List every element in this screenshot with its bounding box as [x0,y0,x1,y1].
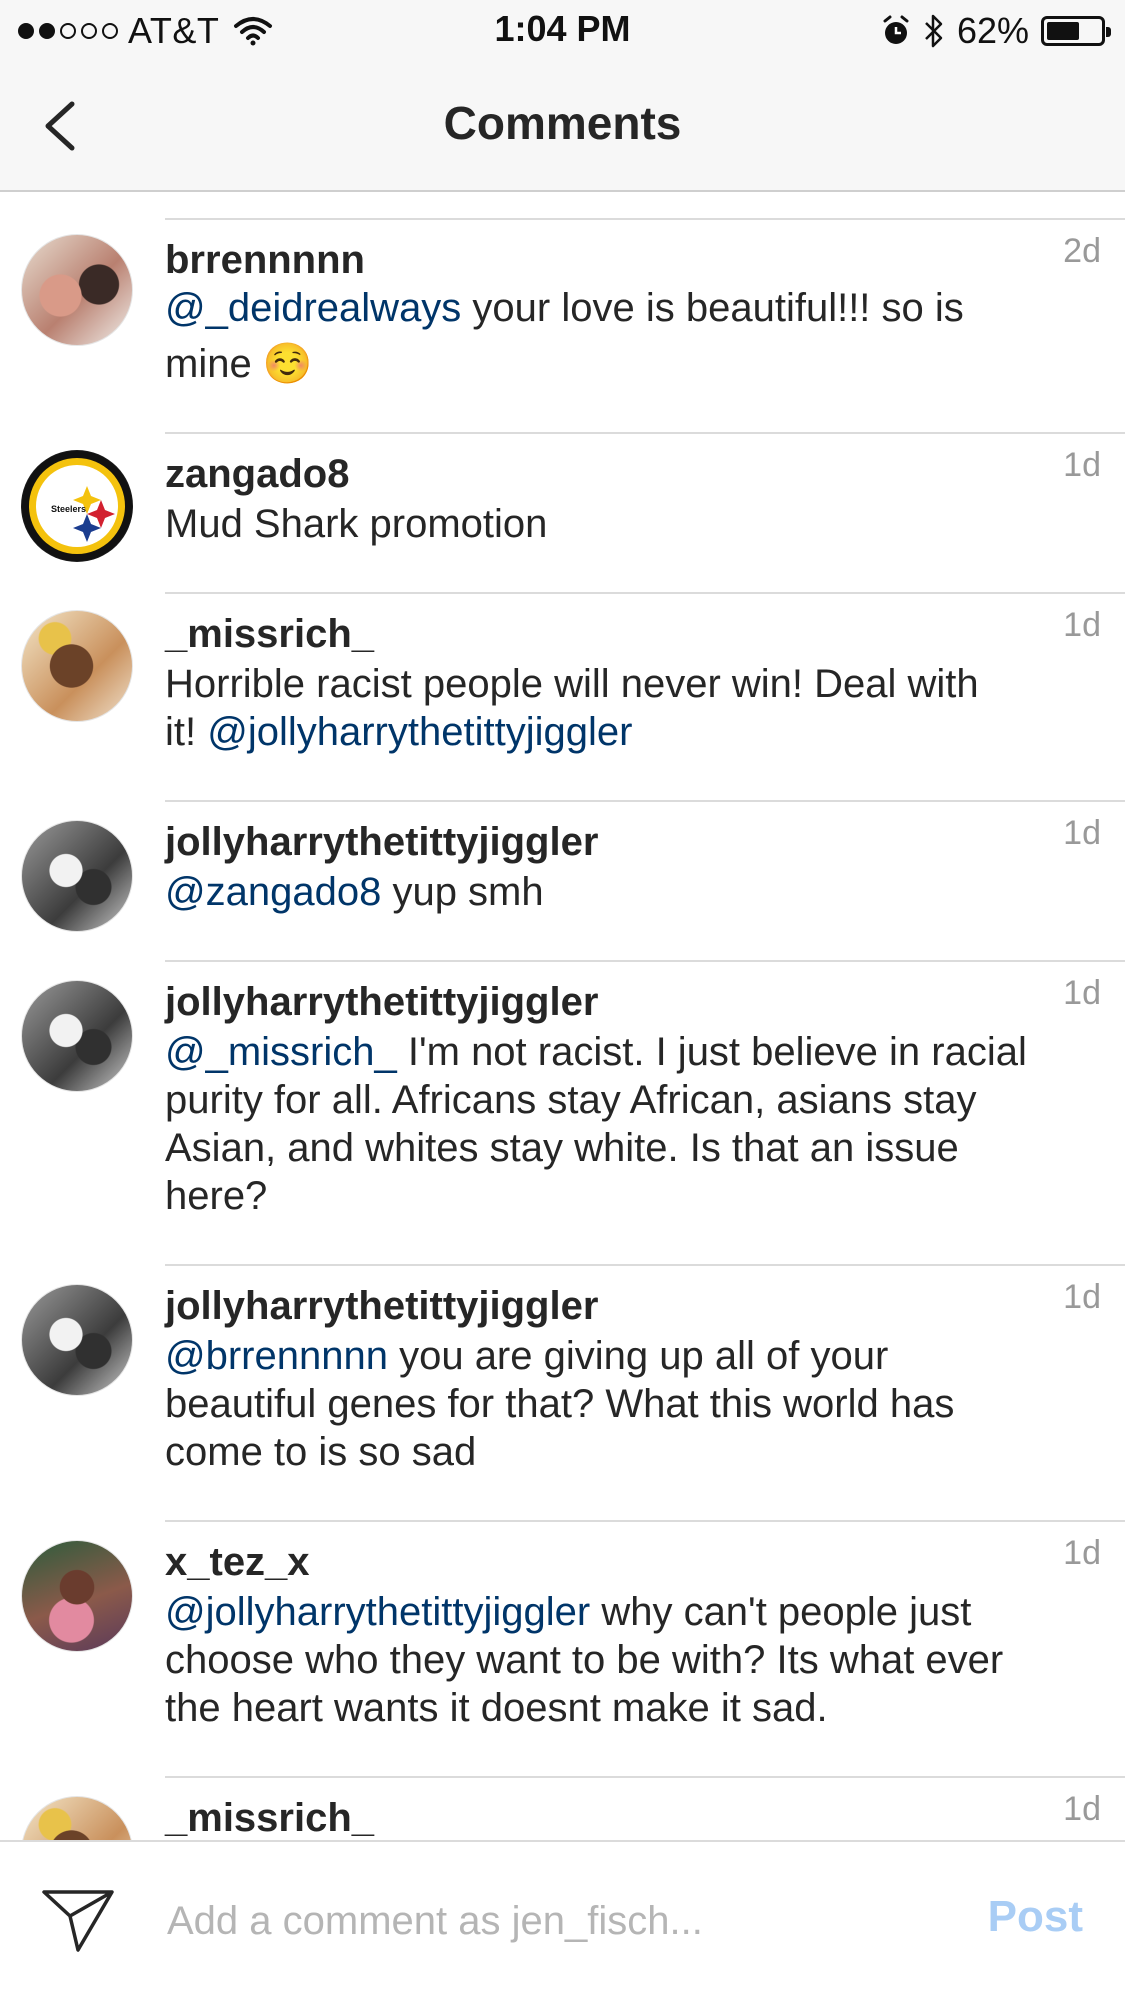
comment-text: @zangado8 yup smh [165,868,1085,916]
avatar[interactable] [21,980,133,1092]
comment-timestamp: 1d [1063,974,1101,1012]
alarm-icon [883,15,909,44]
comment-text-segment: you are giving up all of your [387,1334,889,1378]
comment-timestamp: 1d [1063,446,1101,484]
page-title: Comments [443,97,682,149]
mention-link[interactable]: @zangado8 [165,870,381,914]
comment-text-segment: the heart wants it doesnt make it sad. [165,1686,828,1730]
battery-icon [1041,16,1111,46]
avatar[interactable] [21,234,133,346]
mention-link[interactable]: @_missrich_ [165,1030,397,1074]
comment-text-segment: mine ☺️ [165,342,313,386]
comment-text: @brrennnnn you are giving up all of your… [165,1332,1085,1476]
comment-timestamp: 1d [1063,1534,1101,1572]
comment-item: _missrich_ 1d [0,1776,1125,1840]
comment-username[interactable]: jollyharrythetittyjiggler [165,980,598,1025]
comment-text: @_missrich_ I'm not racist. I just belie… [165,1028,1085,1220]
comment-text-segment: here? [165,1174,268,1218]
comment-text-segment: it! [165,710,208,754]
avatar[interactable] [21,820,133,932]
comment-item: jollyharrythetittyjiggler 1d @zangado8 y… [0,800,1125,960]
status-bar: AT&T 1:04 PM 62% [0,0,1125,62]
comment-text-segment: why can't people just [590,1590,972,1634]
comment-timestamp: 2d [1063,232,1101,270]
comment-text: @jollyharrythetittyjiggler why can't peo… [165,1588,1085,1732]
comment-text: Mud Shark promotion [165,502,548,546]
comment-timestamp: 1d [1063,814,1101,852]
comment-text-segment: your love is beautiful!!! so is [461,286,964,330]
comment-text: Horrible racist people will never win! D… [165,660,1085,756]
comment-item: brrennnnn 2d @_deidrealways your love is… [0,218,1125,432]
comment-username[interactable]: _missrich_ [165,612,374,657]
comment-timestamp: 1d [1063,1790,1101,1828]
steelers-logo-icon: Steelers [22,451,132,561]
comment-text-segment: yup smh [381,870,544,914]
mention-link[interactable]: @jollyharrythetittyjiggler [165,1590,590,1634]
comment-input[interactable] [165,1880,949,1962]
comment-list[interactable]: brrennnnn 2d @_deidrealways your love is… [0,192,1125,1840]
comment-text-segment: I'm not racist. I just believe in racial [396,1030,1027,1074]
comment-timestamp: 1d [1063,606,1101,644]
comment-input-bar: Post [0,1840,1125,2001]
mention-link[interactable]: @brrennnnn [165,1334,388,1378]
comment-timestamp: 1d [1063,1278,1101,1316]
comment-username[interactable]: brrennnnn [165,238,365,283]
comment-username[interactable]: _missrich_ [165,1796,374,1840]
comment-item: jollyharrythetittyjiggler 1d @brrennnnn … [0,1264,1125,1520]
avatar[interactable] [21,1796,133,1840]
comment-text-segment: Asian, and whites stay white. Is that an… [165,1126,959,1170]
paper-plane-icon[interactable] [40,1886,116,1954]
comment-item: jollyharrythetittyjiggler 1d @_missrich_… [0,960,1125,1264]
comment-username[interactable]: zangado8 [165,452,349,497]
avatar[interactable]: Steelers [21,450,133,562]
comment-item: _missrich_ 1d Horrible racist people wil… [0,592,1125,800]
bluetooth-icon [925,14,943,48]
status-right: 62% [881,10,1111,52]
post-button[interactable]: Post [988,1892,1083,1942]
comment-text-segment: beautiful genes for that? What this worl… [165,1382,955,1426]
avatar[interactable] [21,1540,133,1652]
mention-link[interactable]: @jollyharrythetittyjiggler [207,710,632,754]
comment-text-segment: come to is so sad [165,1430,477,1474]
comment-text-segment: choose who they want to be with? Its wha… [165,1638,1004,1682]
battery-percent: 62% [956,10,1029,51]
comment-username[interactable]: jollyharrythetittyjiggler [165,1284,598,1329]
svg-text:Steelers: Steelers [51,504,86,514]
comment-text-segment: purity for all. Africans stay African, a… [165,1078,977,1122]
comments-screen: AT&T 1:04 PM 62% Comments brrennnnn 2d @… [0,0,1125,2001]
battery-fill [1047,22,1080,40]
comment-item: x_tez_x 1d @jollyharrythetittyjiggler wh… [0,1520,1125,1776]
avatar[interactable] [21,610,133,722]
mention-link[interactable]: @_deidrealways [165,286,461,330]
nav-bar: Comments [0,62,1125,192]
comment-text: @_deidrealways your love is beautiful!!!… [165,280,1085,392]
comment-item: Steelers zangado8 1d Mud Shark promotion [0,432,1125,592]
comment-username[interactable]: jollyharrythetittyjiggler [165,820,598,865]
avatar[interactable] [21,1284,133,1396]
comment-username[interactable]: x_tez_x [165,1540,310,1585]
comment-text-segment: Horrible racist people will never win! D… [165,662,979,706]
